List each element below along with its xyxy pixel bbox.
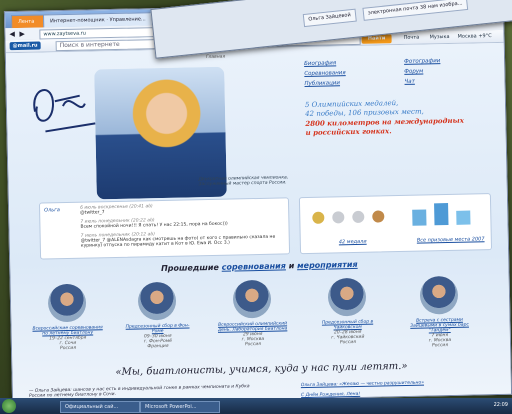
event-country: Россия [59, 345, 77, 352]
nav-photos[interactable]: Фотографии [404, 58, 440, 65]
news-item: 7 июль понедельник (20:22 ab) Всем споко… [80, 216, 280, 230]
events-heading: Прошедшие соревнования и мероприятия [10, 257, 508, 276]
nav-biography[interactable]: Биография [304, 60, 336, 67]
weather-link[interactable]: Москва +9°C [457, 33, 491, 40]
news-item: 6 июль воскресенье (20:41 ab) @twitter_7 [80, 202, 280, 216]
event-card[interactable]: Встреча с сестрами Зайцевыми в сумах бар… [403, 275, 476, 348]
tab-mail-search[interactable]: электронная почта 38 нам изобра... [362, 0, 469, 21]
medal-gold-icon [312, 211, 325, 224]
medal-silver-icon [332, 211, 345, 224]
music-link[interactable]: Музыка [430, 34, 450, 40]
event-country: Россия [339, 339, 357, 346]
nav-publications[interactable]: Публикации [304, 80, 340, 87]
clock: 22:09 [493, 402, 508, 408]
event-card[interactable]: Предсезонный сбор в Фон-Ромё 09–30 июня … [121, 281, 194, 349]
quote-text: «Мы, биатлонисты, учимся, куда у нас пул… [115, 360, 408, 379]
event-card[interactable]: Предсезонный сбор в Чайковском 20–28 июн… [311, 277, 384, 345]
trophy-icon [456, 210, 471, 225]
event-photo[interactable] [327, 277, 367, 317]
breadcrumb[interactable]: Главная [206, 55, 225, 60]
medals-box: 42 медали Все призовые места 2007 [298, 193, 493, 255]
start-button-icon[interactable] [2, 399, 16, 413]
tab-olga[interactable]: Ольга Зайцевой [302, 8, 357, 28]
achievements-stats: 5 Олимпийских медалей, 42 победы, 106 пр… [305, 97, 496, 137]
events-link[interactable]: мероприятия [297, 260, 358, 270]
mail-link[interactable]: Почта [404, 35, 420, 41]
forward-icon[interactable]: ▶ [19, 30, 25, 38]
event-card[interactable]: Всероссийские соревнования по летнему би… [31, 283, 104, 351]
events-heading-text: и [288, 261, 295, 271]
mailru-logo[interactable]: @mail.ru [9, 41, 41, 51]
news-item: 7 июль понедельник (20:12 ab) @twitter_7… [81, 230, 281, 249]
nav-chat[interactable]: Чат [404, 79, 414, 85]
places-link[interactable]: Все призовые места 2007 [417, 236, 485, 243]
medal-silver-icon [352, 210, 365, 224]
event-photo[interactable] [137, 281, 177, 321]
competitions-link[interactable]: соревнования [222, 261, 286, 271]
back-icon[interactable]: ◀ [9, 30, 15, 38]
taskbar-item-site[interactable]: Официальный сай... [60, 401, 140, 413]
browser-window: Лента Интернет-помощник · Управление... … [3, 0, 512, 406]
event-photo[interactable] [47, 283, 87, 323]
event-country: Россия [431, 343, 449, 349]
event-country: Россия [244, 341, 262, 348]
trophy-icon [412, 209, 427, 226]
event-photo[interactable] [232, 279, 272, 319]
photo-caption: Двукратная олимпийская чемпионка, Заслуж… [198, 175, 289, 188]
nav-forum[interactable]: Форум [404, 69, 423, 75]
medal-bronze-icon [372, 210, 385, 223]
event-photo[interactable] [419, 275, 459, 315]
taskbar: Официальный сай... Microsoft PowerPoi...… [0, 398, 512, 414]
events-heading-text: Прошедшие [160, 262, 219, 274]
event-title[interactable]: Встреча с сестрами Зайцевыми в сумах бар… [403, 317, 475, 334]
footer-news-left[interactable]: — Ольга Зайцева: шансов у нас есть в инд… [29, 384, 259, 399]
medals-link[interactable]: 42 медали [339, 239, 367, 246]
news-box: Ольга 6 июль воскресенье (20:41 ab) @twi… [38, 197, 291, 260]
trophy-icon [434, 203, 449, 226]
footer-link[interactable]: Ольга Зайцева: «Желаю — честно разрушите… [301, 381, 424, 389]
nav-competitions[interactable]: Соревнования [304, 70, 345, 77]
site-page: Главная Двукратная олимпийская чемпионка… [5, 42, 512, 405]
taskbar-item-powerpoint[interactable]: Microsoft PowerPoi... [140, 401, 220, 413]
twitter-label[interactable]: Ольга [44, 207, 60, 213]
event-country: Франция [147, 343, 169, 350]
event-card[interactable]: Всероссийский олимпийский день. Лаборато… [216, 279, 289, 347]
